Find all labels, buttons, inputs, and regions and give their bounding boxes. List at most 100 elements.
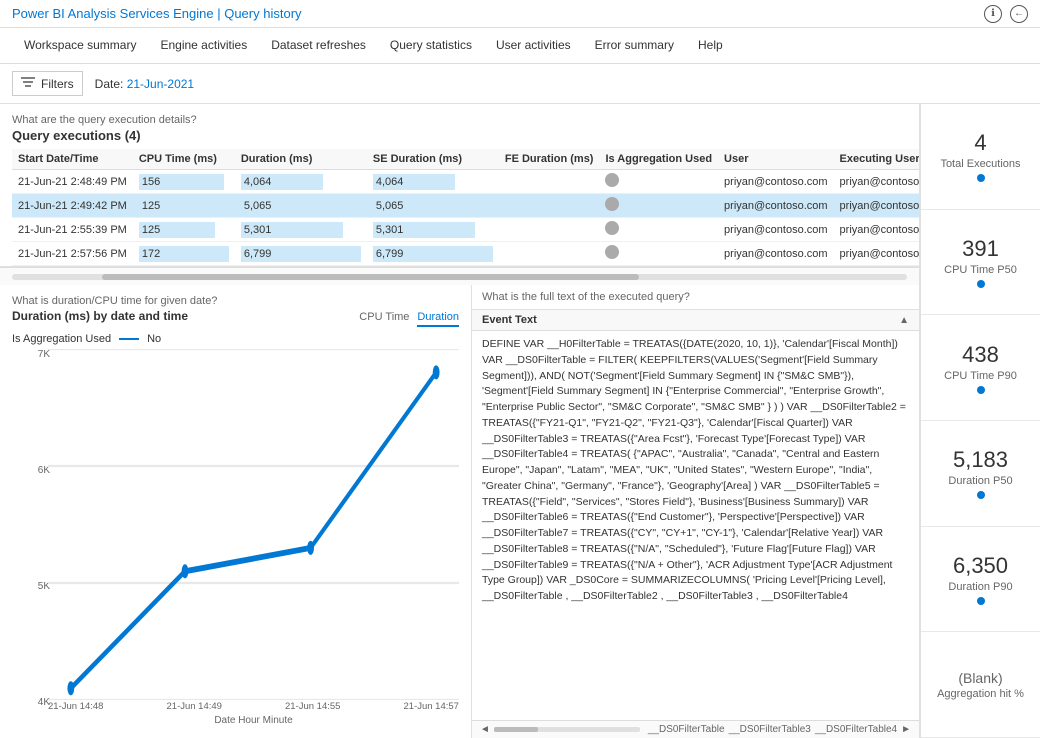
- stat-label: CPU Time P50: [944, 264, 1017, 276]
- stat-label: Aggregation hit %: [937, 688, 1024, 700]
- col-exec-user: Executing User: [834, 149, 920, 170]
- scroll-label-1: __DS0FilterTable: [648, 724, 725, 735]
- aggregation-icon: [605, 221, 619, 235]
- scroll-thumb: [494, 727, 538, 732]
- x-axis-title: Date Hour Minute: [48, 715, 459, 726]
- col-fe-duration: FE Duration (ms): [499, 149, 600, 170]
- scroll-right-icon[interactable]: ►: [901, 724, 911, 735]
- nav-dataset-refreshes[interactable]: Dataset refreshes: [259, 28, 378, 64]
- aggregation-icon: [605, 173, 619, 187]
- cell-exec-user: priyan@contoso.com: [834, 194, 920, 218]
- y-axis-title: Duration (ms): [0, 349, 1, 708]
- sort-icon[interactable]: ▲: [899, 315, 909, 326]
- nav-error-summary[interactable]: Error summary: [583, 28, 686, 64]
- event-text-label: Event Text: [482, 314, 537, 326]
- stat-dot: [977, 491, 985, 499]
- stats-panel: 4Total Executions391CPU Time P50438CPU T…: [920, 104, 1040, 738]
- scroll-track: [494, 727, 640, 732]
- stat-card-2: 438 CPU Time P90: [921, 315, 1040, 421]
- left-panel: What are the query execution details? Qu…: [0, 104, 920, 738]
- app-header: Power BI Analysis Services Engine | Quer…: [0, 0, 1040, 28]
- stat-dot: [977, 280, 985, 288]
- y-axis-labels: 7K 6K 5K 4K: [20, 349, 50, 708]
- cell-agg-used: [599, 218, 718, 242]
- nav-user-activities[interactable]: User activities: [484, 28, 583, 64]
- table-row[interactable]: 21-Jun-21 2:55:39 PM 125 5,301 5,301 pri…: [12, 218, 920, 242]
- scroll-left-icon[interactable]: ◄: [480, 724, 490, 735]
- chart-left-subtitle: What is duration/CPU time for given date…: [12, 295, 459, 307]
- aggregation-icon: [605, 197, 619, 211]
- query-text-panel: What is the full text of the executed qu…: [472, 285, 919, 738]
- header-app-name: Power BI Analysis Services Engine: [12, 6, 214, 21]
- stat-dot: [977, 174, 985, 182]
- query-executions-table: Start Date/Time CPU Time (ms) Duration (…: [12, 149, 920, 266]
- table-section: What are the query execution details? Qu…: [0, 104, 919, 267]
- col-start-time: Start Date/Time: [12, 149, 133, 170]
- cell-agg-used: [599, 242, 718, 266]
- stat-dot: [977, 386, 985, 394]
- charts-area: What is duration/CPU time for given date…: [0, 285, 919, 738]
- cell-fe-duration: [499, 170, 600, 194]
- aggregation-icon: [605, 245, 619, 259]
- nav-help[interactable]: Help: [686, 28, 735, 64]
- nav-engine-activities[interactable]: Engine activities: [148, 28, 259, 64]
- x-label-3: 21-Jun 14:57: [404, 701, 459, 712]
- cell-cpu: 125: [133, 194, 235, 218]
- chart-tabs: CPU Time Duration: [359, 309, 459, 327]
- table-scroll[interactable]: [0, 267, 919, 285]
- stat-value: 5,183: [953, 447, 1008, 473]
- cell-start-time: 21-Jun-21 2:57:56 PM: [12, 242, 133, 266]
- cell-duration: 4,064: [235, 170, 367, 194]
- stat-label: CPU Time P90: [944, 370, 1017, 382]
- cell-exec-user: priyan@contoso.com: [834, 218, 920, 242]
- col-duration: Duration (ms): [235, 149, 367, 170]
- query-text-content[interactable]: DEFINE VAR __H0FilterTable = TREATAS({DA…: [472, 331, 919, 720]
- navigation: Workspace summary Engine activities Data…: [0, 28, 1040, 64]
- cell-start-time: 21-Jun-21 2:49:42 PM: [12, 194, 133, 218]
- main-content: What are the query execution details? Qu…: [0, 104, 1040, 738]
- cell-agg-used: [599, 194, 718, 218]
- cell-cpu: 125: [133, 218, 235, 242]
- stat-label: Duration P90: [948, 581, 1012, 593]
- x-axis-labels: 21-Jun 14:48 21-Jun 14:49 21-Jun 14:55 2…: [48, 701, 459, 712]
- table-subtitle: What are the query execution details?: [12, 114, 907, 126]
- x-label-1: 21-Jun 14:49: [167, 701, 222, 712]
- chart-left-title: Duration (ms) by date and time: [12, 309, 188, 323]
- cell-duration: 5,301: [235, 218, 367, 242]
- query-scroll-bar[interactable]: ◄ __DS0FilterTable __DS0FilterTable3 __D…: [472, 720, 919, 738]
- nav-query-statistics[interactable]: Query statistics: [378, 28, 484, 64]
- cell-cpu: 156: [133, 170, 235, 194]
- filters-button[interactable]: Filters: [12, 71, 83, 96]
- cell-start-time: 21-Jun-21 2:55:39 PM: [12, 218, 133, 242]
- table-row[interactable]: 21-Jun-21 2:48:49 PM 156 4,064 4,064 pri…: [12, 170, 920, 194]
- stat-label: Duration P50: [948, 475, 1012, 487]
- cell-exec-user: priyan@contoso.com: [834, 242, 920, 266]
- cell-user: priyan@contoso.com: [718, 194, 834, 218]
- tab-cpu-time[interactable]: CPU Time: [359, 309, 409, 327]
- cell-user: priyan@contoso.com: [718, 218, 834, 242]
- duration-chart: What is duration/CPU time for given date…: [0, 285, 472, 738]
- date-label: Date: 21-Jun-2021: [95, 77, 194, 91]
- chart-legend: Is Aggregation Used No: [12, 333, 459, 345]
- stat-value: (Blank): [958, 670, 1002, 686]
- table-header-row: Start Date/Time CPU Time (ms) Duration (…: [12, 149, 920, 170]
- cell-start-time: 21-Jun-21 2:48:49 PM: [12, 170, 133, 194]
- tab-duration[interactable]: Duration: [417, 309, 459, 327]
- legend-value: No: [147, 333, 161, 345]
- x-label-0: 21-Jun 14:48: [48, 701, 103, 712]
- query-panel-subtitle: What is the full text of the executed qu…: [472, 285, 919, 310]
- table-row[interactable]: 21-Jun-21 2:57:56 PM 172 6,799 6,799 pri…: [12, 242, 920, 266]
- cell-se-duration: 5,065: [367, 194, 499, 218]
- info-icon[interactable]: ℹ: [984, 5, 1002, 23]
- filters-label: Filters: [41, 77, 74, 91]
- back-icon[interactable]: ←: [1010, 5, 1028, 23]
- stat-card-4: 6,350Duration P90: [921, 527, 1040, 633]
- cell-duration: 5,065: [235, 194, 367, 218]
- stat-value: 438: [962, 342, 999, 368]
- cell-exec-user: priyan@contoso.com: [834, 170, 920, 194]
- legend-line-icon: [119, 338, 139, 340]
- header-icons: ℹ ←: [984, 5, 1028, 23]
- header-title: Power BI Analysis Services Engine | Quer…: [12, 6, 302, 21]
- nav-workspace-summary[interactable]: Workspace summary: [12, 28, 148, 64]
- table-row[interactable]: 21-Jun-21 2:49:42 PM 125 5,065 5,065 pri…: [12, 194, 920, 218]
